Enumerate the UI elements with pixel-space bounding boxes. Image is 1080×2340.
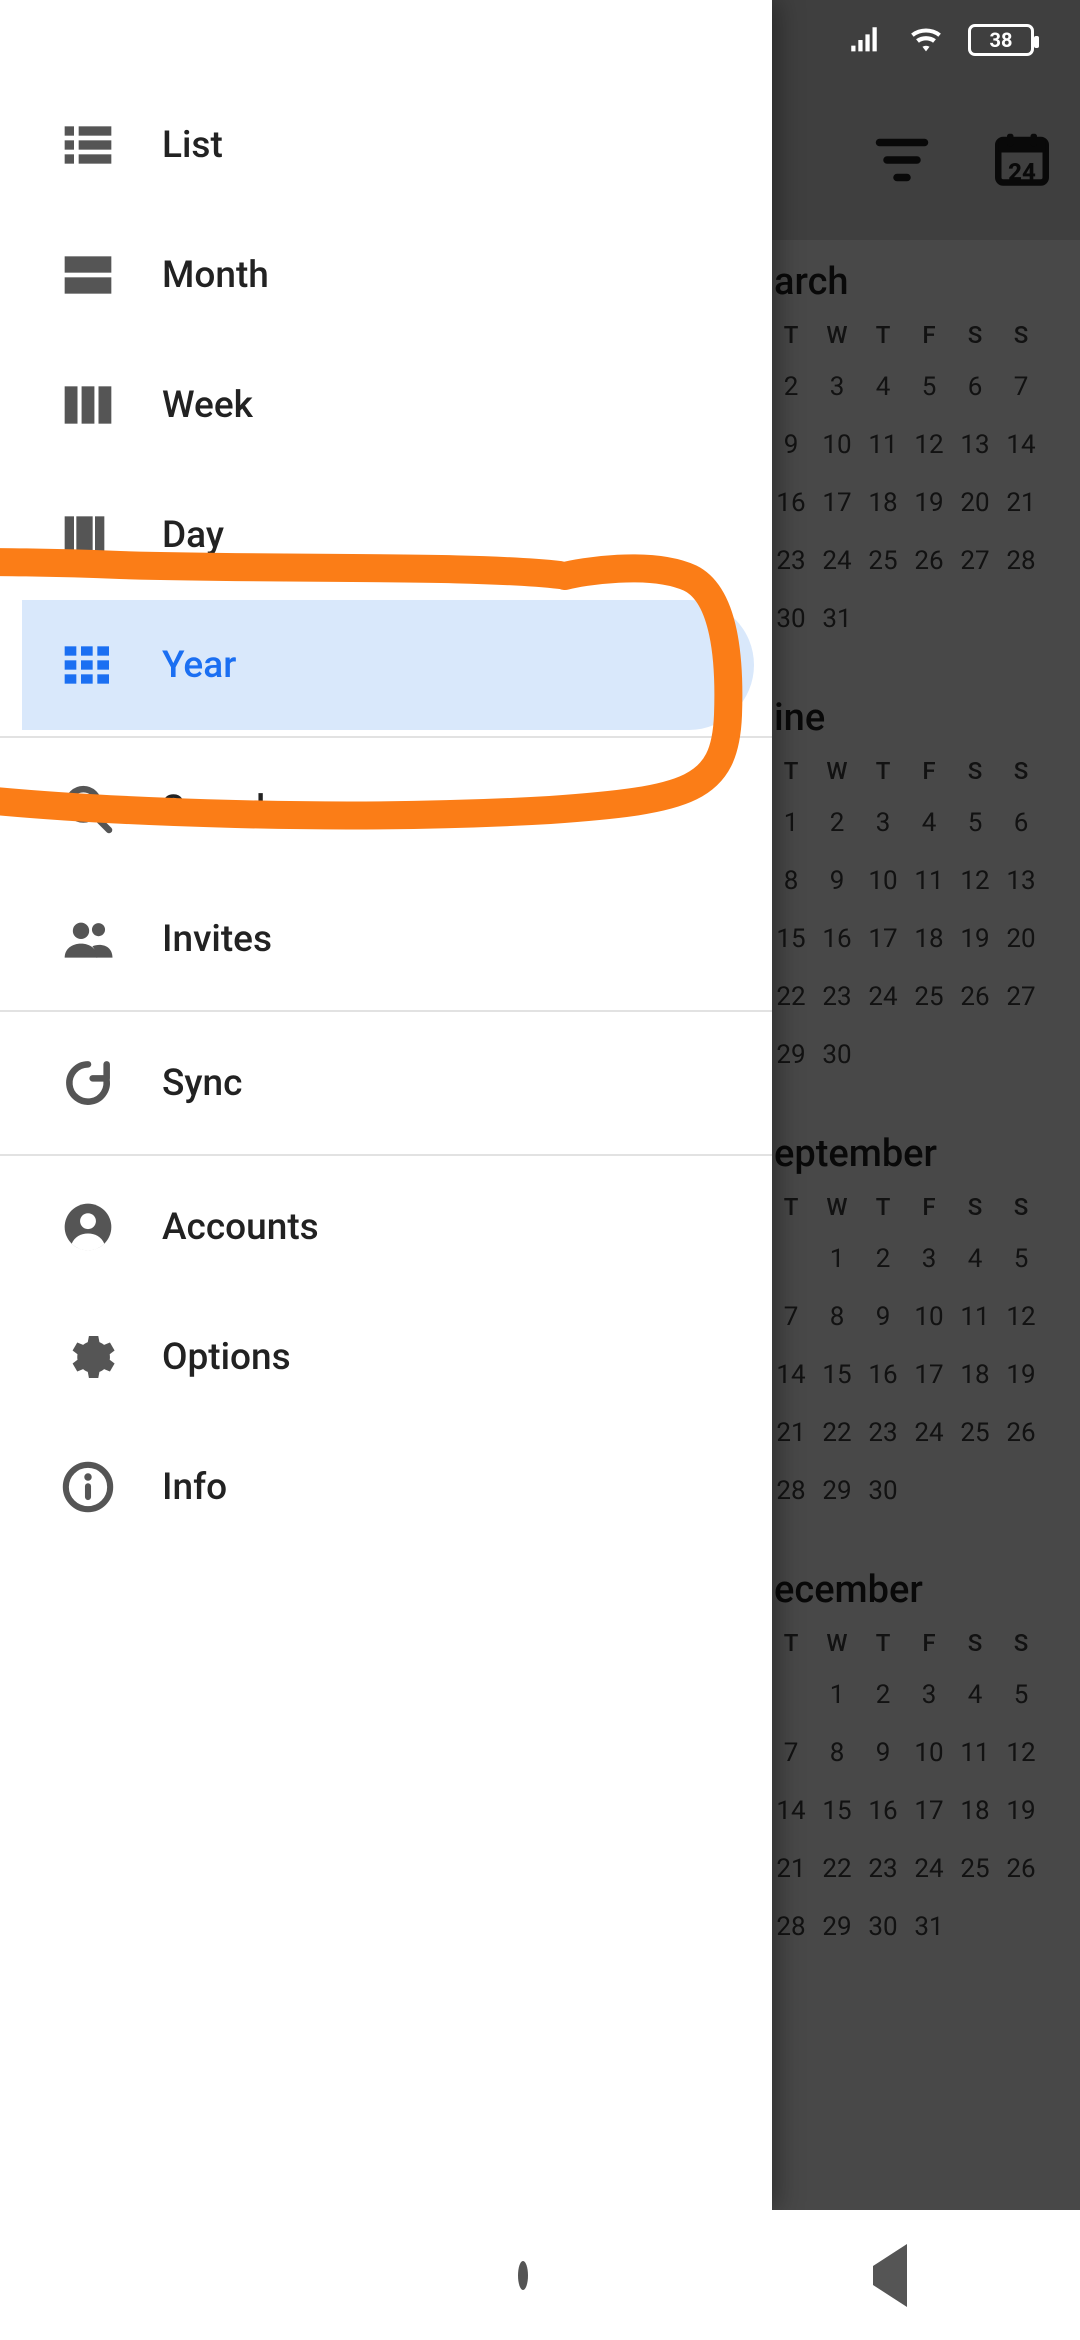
drawer-item-label: Info [162, 1466, 227, 1509]
drawer-item-list[interactable]: List [0, 80, 772, 210]
drawer-item-day[interactable]: Day [0, 470, 772, 600]
drawer-item-sync[interactable]: Sync [0, 1018, 772, 1148]
sync-icon [60, 1055, 116, 1111]
system-nav-bar [0, 2210, 1080, 2340]
gear-icon [60, 1329, 116, 1385]
day-icon [60, 507, 116, 563]
nav-drawer: List Month Week Day [0, 0, 772, 2210]
drawer-item-month[interactable]: Month [0, 210, 772, 340]
battery-percent: 38 [990, 28, 1013, 52]
drawer-item-accounts[interactable]: Accounts [0, 1162, 772, 1292]
drawer-item-label: Month [162, 254, 269, 297]
drawer-item-week[interactable]: Week [0, 340, 772, 470]
account-icon [60, 1199, 116, 1255]
drawer-item-label: Accounts [162, 1206, 319, 1249]
drawer-item-label: Search [162, 788, 277, 831]
wifi-icon [906, 23, 946, 57]
drawer-item-label: Options [162, 1336, 291, 1379]
list-icon [60, 117, 116, 173]
year-icon [60, 637, 116, 693]
drawer-item-label: Invites [162, 918, 272, 961]
search-icon [60, 781, 116, 837]
divider [0, 1154, 772, 1156]
divider [0, 1010, 772, 1012]
screen-root: 24 archTWTFSS234567910111213141617181920… [0, 0, 1080, 2340]
week-icon [60, 377, 116, 433]
month-icon [60, 247, 116, 303]
drawer-item-label: Year [162, 644, 236, 687]
back-button[interactable] [873, 2266, 907, 2285]
drawer-item-label: Sync [162, 1062, 242, 1105]
drawer-item-options[interactable]: Options [0, 1292, 772, 1422]
drawer-item-label: Week [162, 384, 253, 427]
signal-icon [844, 23, 884, 57]
drawer-item-invites[interactable]: Invites [0, 874, 772, 1004]
divider [0, 736, 772, 738]
battery-indicator: 38 [968, 23, 1040, 57]
drawer-item-year[interactable]: Year [22, 600, 754, 730]
drawer-item-info[interactable]: Info [0, 1422, 772, 1552]
drawer-item-search[interactable]: Search [0, 744, 772, 874]
home-button[interactable] [518, 2266, 528, 2285]
drawer-item-label: Day [162, 514, 224, 557]
people-icon [60, 911, 116, 967]
status-bar: 38 [0, 0, 1080, 80]
info-icon [60, 1459, 116, 1515]
drawer-item-label: List [162, 124, 223, 167]
